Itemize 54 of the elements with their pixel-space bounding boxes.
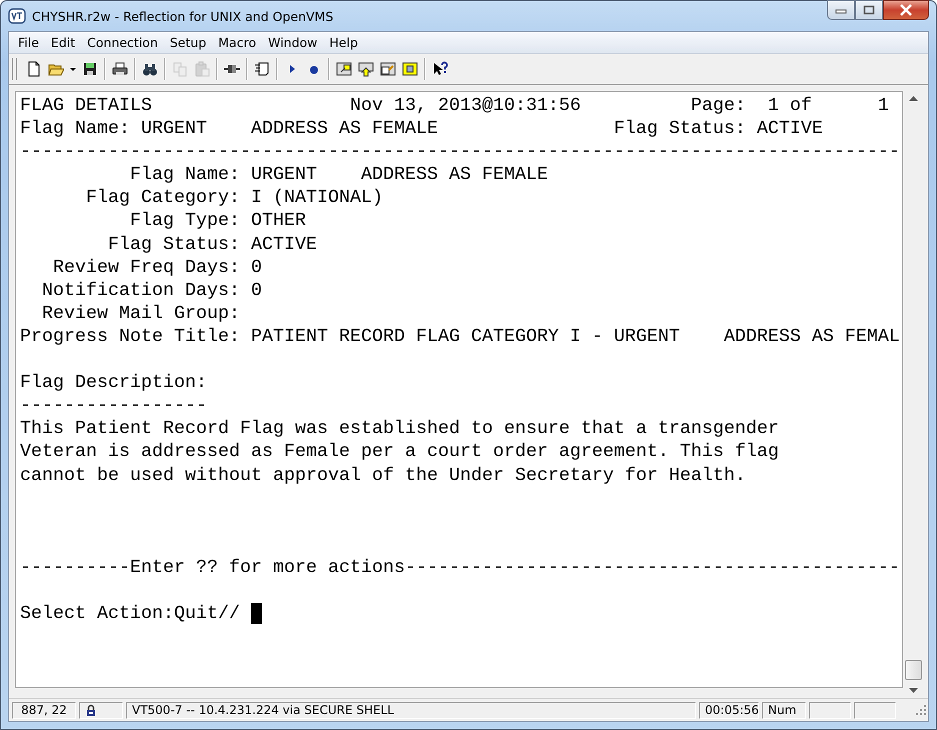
window-title: CHYSHR.r2w - Reflection for UNIX and OpenVMS [32, 8, 334, 24]
resize-grip[interactable] [916, 705, 926, 715]
scroll-thumb[interactable] [905, 660, 922, 680]
terminal-line: This Patient Record Flag was established to ensure that a transgender [20, 417, 779, 440]
document-lines-icon [254, 61, 270, 77]
menu-item[interactable]: Edit [46, 35, 82, 50]
minimize-button[interactable] [827, 0, 855, 20]
terminal-line: Flag Name: URGENT ADDRESS AS FEMALE [128, 163, 548, 186]
maximize-button[interactable] [855, 0, 883, 20]
menu-item[interactable]: Help [324, 35, 365, 50]
status-pane [809, 702, 851, 718]
caret-icon [70, 68, 76, 70]
cursor-position: 887, 22 [12, 702, 76, 718]
terminal-line: FLAG DETAILS Nov 13, 2013@10:31:56 Page: 1 of 1 [20, 94, 889, 118]
terminal-line: Flag Type: OTHER [128, 209, 306, 233]
screen-arrow-icon [358, 61, 374, 77]
copy-icon [172, 61, 188, 77]
terminal-line: Flag Name: URGENT ADDRESS AS FEMALE Flag Status: ACTIVE [20, 117, 823, 140]
binoculars-icon [142, 61, 158, 77]
menu-item[interactable]: Window [263, 35, 324, 50]
status-pane [854, 702, 896, 718]
printer-icon [112, 61, 128, 77]
terminal-line: Flag Status: ACTIVE [106, 232, 317, 256]
connection-info: VT500-7 -- 10.4.231.224 via SECURE SHELL [126, 702, 696, 718]
terminal-line: Flag Description: [20, 371, 207, 394]
toolbar-grip[interactable] [12, 58, 17, 80]
help-pointer-icon [432, 61, 448, 77]
terminal-line: Review Mail Group: [40, 302, 240, 325]
menu-item[interactable]: Setup [164, 35, 214, 50]
close-button[interactable] [883, 0, 929, 20]
menu-item[interactable]: Connection [82, 35, 165, 50]
app-icon [8, 8, 26, 24]
terminal-screen[interactable] [15, 91, 903, 688]
terminal-line: -------------------------------------------------------------------------------- [20, 140, 900, 164]
new-document-icon [26, 61, 42, 77]
close-icon [899, 4, 913, 16]
terminal-line: Review Freq Days: 0 [52, 256, 262, 279]
terminal-line: ----------Enter ?? for more actions--------------------------------------------- [20, 556, 900, 579]
terminal-line: ----------------- [20, 394, 207, 418]
num-lock-indicator: Num [762, 702, 806, 718]
terminal-line: cannot be used without approval of the Under Secretary for Health. [20, 464, 746, 487]
terminal-line: Notification Days: 0 [40, 278, 262, 302]
scroll-up-icon[interactable] [909, 96, 918, 101]
clipboard-icon [194, 61, 210, 77]
terminal-line: Flag Category: I (NATIONAL) [84, 186, 383, 210]
terminal-line: Veteran is addressed as Female per a court order agreement. This flag [20, 440, 779, 464]
command-prompt: Select Action:Quit// [20, 602, 241, 626]
maximize-icon [863, 5, 875, 15]
session-timer: 00:05:56 [699, 702, 759, 718]
expand-icon [402, 61, 418, 77]
terminal-line: Progress Note Title: PATIENT RECORD FLAG CATEGORY I - URGENT ADDRESS AS FEMAL [20, 324, 900, 348]
menu-item[interactable]: File [13, 35, 46, 50]
menu-item[interactable]: Macro [213, 35, 264, 50]
scroll-down-icon[interactable] [909, 688, 918, 693]
